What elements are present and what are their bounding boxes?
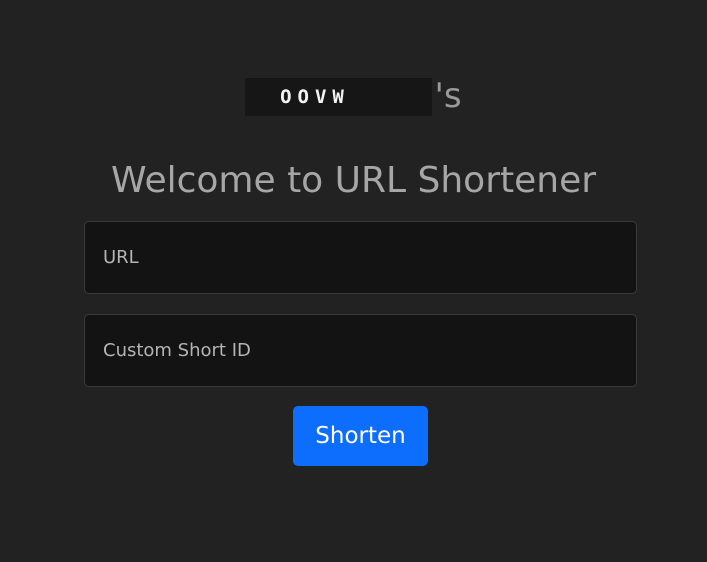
brand-possessive: 's	[434, 76, 462, 116]
shorten-button[interactable]: Shorten	[293, 406, 428, 466]
brand-logo: OOVW	[245, 78, 433, 116]
custom-id-field-container	[84, 314, 637, 387]
custom-short-id-input[interactable]	[101, 339, 636, 362]
url-field-container	[84, 221, 637, 294]
url-input[interactable]	[101, 246, 636, 269]
page-title: Welcome to URL Shortener	[110, 160, 597, 201]
brand-header: OOVW 's	[0, 76, 707, 116]
brand-logo-text: OOVW	[280, 86, 350, 108]
